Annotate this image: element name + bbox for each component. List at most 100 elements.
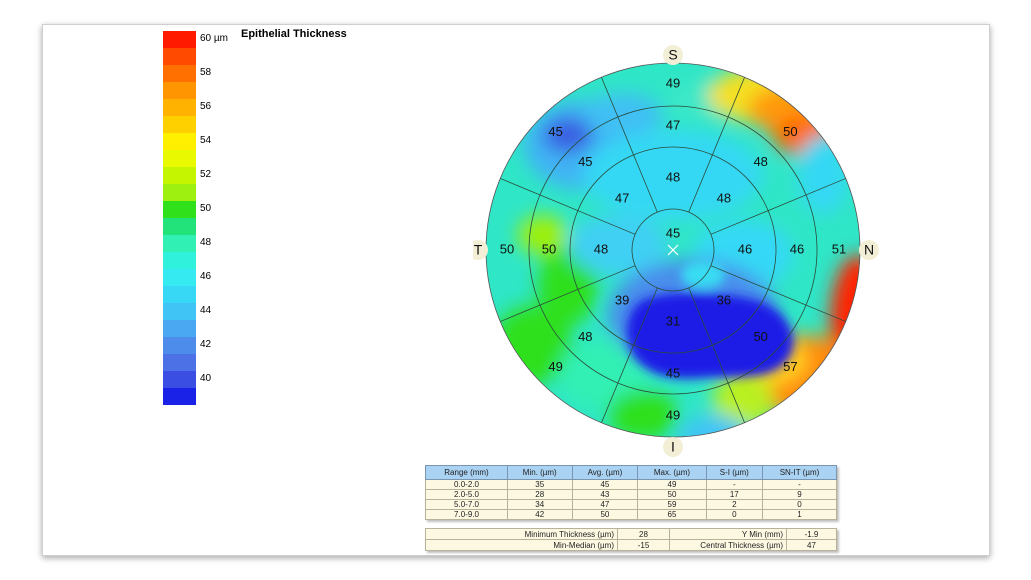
- legend-swatch: [163, 252, 196, 269]
- range-table-cell: 28: [506, 489, 573, 500]
- range-table-cell: 49: [637, 479, 707, 490]
- zone-value: 50: [500, 241, 514, 256]
- legend-label: 40: [200, 373, 212, 384]
- range-table-column-header: Min. (µm): [506, 465, 573, 480]
- range-table-cell: 7.0-9.0: [425, 509, 508, 520]
- zone-value: 31: [666, 313, 680, 328]
- heatmap-layer: [486, 63, 860, 437]
- epithelial-thickness-map: 45 48 48 46 36 31 39 48 47 47 48 46 50 45 48 50 45 49 50 51…: [473, 45, 879, 457]
- range-table-cell: 59: [637, 499, 707, 510]
- legend-swatch: [163, 65, 196, 82]
- direction-superior: S: [668, 47, 677, 63]
- min-thickness-value: 28: [617, 528, 670, 540]
- legend-label: 58: [200, 67, 212, 78]
- legend-label: 54: [200, 135, 212, 146]
- range-table-cell: 2: [705, 499, 764, 510]
- ymin-value: -1.9: [786, 528, 837, 540]
- zone-value: 45: [548, 124, 562, 139]
- zone-value: 48: [717, 191, 731, 206]
- central-thickness-label: Central Thickness (µm): [669, 539, 787, 551]
- zone-value: 45: [666, 365, 680, 380]
- range-table-column-header: S-I (µm): [705, 465, 764, 480]
- map-title: Epithelial Thickness: [241, 28, 347, 40]
- zone-value: 47: [615, 191, 629, 206]
- range-table-cell: 0: [762, 499, 837, 510]
- color-scale-legend: 60 µm 58 56 54 52 50 48 46 44 42 40: [163, 31, 243, 411]
- range-table-cell: 50: [571, 509, 639, 520]
- legend-swatch: [163, 320, 196, 337]
- legend-swatch: [163, 371, 196, 388]
- range-table-row: 5.0-7.0 34 47 59 2 0: [425, 499, 837, 510]
- zone-value: 46: [738, 241, 752, 256]
- range-table-cell: 45: [571, 479, 639, 490]
- min-median-label: Min-Median (µm): [425, 539, 618, 551]
- legend-swatch: [163, 354, 196, 371]
- range-table: Range (mm) Min. (µm) Avg. (µm) Max. (µm) S-I…: [425, 465, 837, 520]
- zone-value: 48: [753, 154, 767, 169]
- min-median-value: -15: [617, 539, 670, 551]
- direction-temporal: T: [474, 242, 483, 258]
- zone-value: 45: [578, 154, 592, 169]
- range-table-cell: 1: [762, 509, 837, 520]
- zone-value: 57: [783, 359, 797, 374]
- ymin-label: Y Min (mm): [669, 528, 787, 540]
- legend-swatch: [163, 133, 196, 150]
- legend-label: 42: [200, 339, 212, 350]
- legend-swatch: [163, 286, 196, 303]
- range-table-row: 7.0-9.0 42 50 65 0 1: [425, 509, 837, 520]
- legend-swatch: [163, 116, 196, 133]
- stats-row: Min-Median (µm) -15 Central Thickness (µ…: [425, 539, 837, 551]
- legend-label: 52: [200, 169, 212, 180]
- zone-value: 49: [666, 407, 680, 422]
- legend-label: 44: [200, 305, 212, 316]
- zone-value: 48: [666, 169, 680, 184]
- legend-label: 46: [200, 271, 212, 282]
- legend-label: 50: [200, 203, 212, 214]
- range-table-cell: 34: [506, 499, 573, 510]
- range-table-cell: 2.0-5.0: [425, 489, 508, 500]
- zone-value: 46: [790, 241, 804, 256]
- range-table-cell: -: [762, 479, 837, 490]
- legend-swatch: [163, 303, 196, 320]
- legend-swatch: [163, 337, 196, 354]
- legend-swatch: [163, 218, 196, 235]
- zone-value: 47: [666, 117, 680, 132]
- range-table-cell: -: [705, 479, 764, 490]
- central-thickness-value: 47: [786, 539, 837, 551]
- range-table-column-header: Range (mm): [425, 465, 508, 480]
- range-table-cell: 35: [506, 479, 573, 490]
- zone-value: 50: [753, 329, 767, 344]
- min-thickness-label: Minimum Thickness (µm): [425, 528, 618, 540]
- range-table-cell: 5.0-7.0: [425, 499, 508, 510]
- zone-value: 49: [666, 75, 680, 90]
- range-table-cell: 0: [705, 509, 764, 520]
- range-table-cell: 17: [705, 489, 764, 500]
- legend-swatch: [163, 167, 196, 184]
- range-table-row: 2.0-5.0 28 43 50 17 9: [425, 489, 837, 500]
- legend-swatch: [163, 201, 196, 218]
- range-table-cell: 65: [637, 509, 707, 520]
- range-table-cell: 47: [571, 499, 639, 510]
- zone-value: 39: [615, 292, 629, 307]
- zone-value: 49: [548, 359, 562, 374]
- legend-swatch: [163, 82, 196, 99]
- zone-value: 51: [832, 241, 846, 256]
- range-table-cell: 42: [506, 509, 573, 520]
- direction-nasal: N: [864, 242, 874, 258]
- range-table-cell: 50: [637, 489, 707, 500]
- range-table-column-header: SN-IT (µm): [762, 465, 837, 480]
- zone-value: 50: [783, 124, 797, 139]
- legend-swatch: [163, 48, 196, 65]
- zone-value: 48: [578, 329, 592, 344]
- report-frame: 60 µm 58 56 54 52 50 48 46 44 42 40 Epithelial Thi…: [42, 24, 990, 556]
- stats-table: Minimum Thickness (µm) 28 Y Min (mm) -1.…: [425, 528, 837, 551]
- range-table-column-header: Avg. (µm): [571, 465, 639, 480]
- range-table-cell: 9: [762, 489, 837, 500]
- zone-value: 36: [717, 292, 731, 307]
- legend-swatch: [163, 31, 196, 48]
- legend-label: 60 µm: [200, 33, 228, 44]
- legend-label: 48: [200, 237, 212, 248]
- legend-swatch: [163, 269, 196, 286]
- legend-label: 56: [200, 101, 212, 112]
- legend-swatch: [163, 150, 196, 167]
